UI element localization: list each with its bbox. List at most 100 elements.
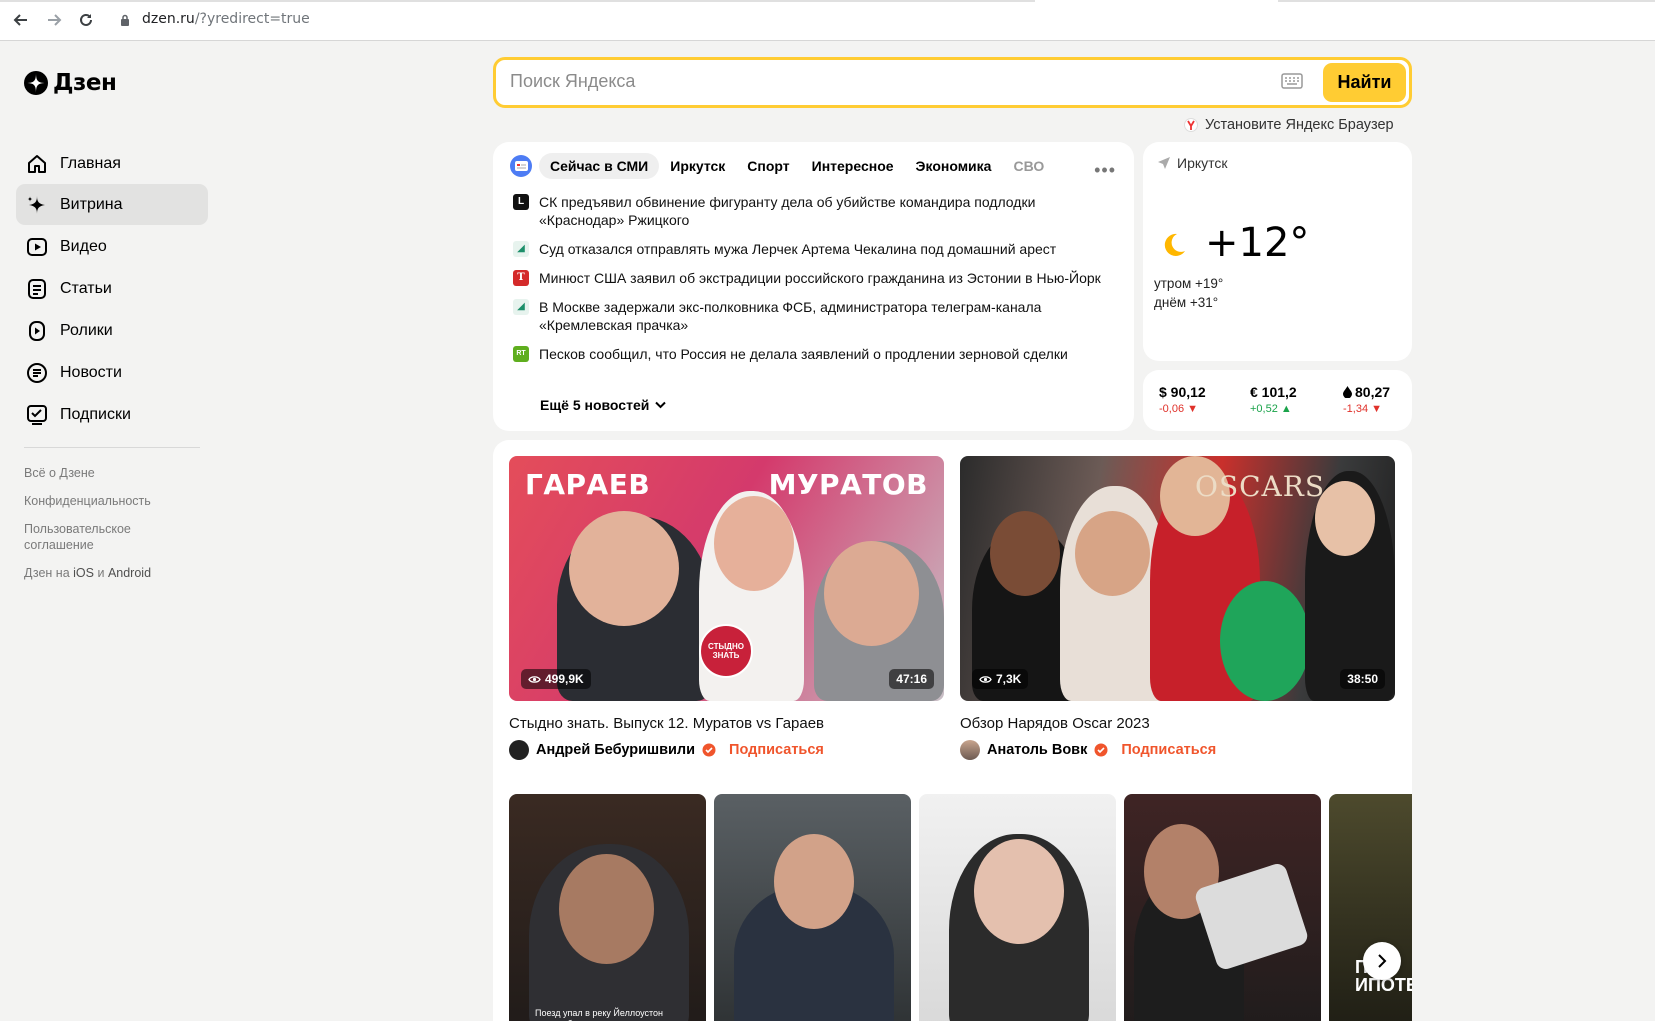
- next-button[interactable]: [1363, 942, 1401, 980]
- verified-icon: [1094, 743, 1108, 757]
- yandex-browser-icon: [1184, 118, 1198, 132]
- sidebar-item-subscriptions[interactable]: Подписки: [16, 394, 208, 435]
- home-icon: [28, 154, 46, 173]
- browser-toolbar: dzen.ru/?yredirect=true: [0, 0, 1655, 41]
- sidebar-item-showcase[interactable]: Витрина: [16, 184, 208, 225]
- duration-badge: 38:50: [1340, 669, 1385, 689]
- sidebar-item-home[interactable]: Главная: [16, 143, 208, 184]
- logo-text: Дзен: [53, 70, 117, 96]
- eye-icon: [528, 675, 541, 683]
- ios-link[interactable]: iOS: [73, 566, 94, 580]
- avatar[interactable]: [509, 740, 529, 760]
- currency-eur: € 101,2 +0,52 ▲: [1250, 384, 1297, 415]
- url-path: /?yredirect=true: [194, 11, 310, 27]
- source-icon: RT: [513, 346, 529, 362]
- clip-icon: [29, 320, 45, 341]
- sidebar-item-label: Подписки: [60, 405, 131, 423]
- author-name[interactable]: Андрей Бебуришвили: [536, 742, 695, 758]
- tab-svo[interactable]: СВО: [1002, 153, 1055, 179]
- source-icon: L: [513, 194, 529, 210]
- video-thumbnail[interactable]: OSCARS 7,3K 38:50: [960, 456, 1395, 701]
- thumbnail-dress: [1220, 581, 1310, 701]
- views-badge: 499,9K: [521, 669, 591, 689]
- news-item[interactable]: L СК предъявил обвинение фигуранту дела …: [513, 193, 1113, 229]
- thumbnail-face: [990, 511, 1060, 596]
- short-card[interactable]: ПОХ ИПОТЕ: [1329, 794, 1412, 1021]
- android-link[interactable]: Android: [108, 566, 151, 580]
- browser-promo[interactable]: Установите Яндекс Браузер: [1184, 117, 1394, 133]
- keyboard-icon[interactable]: [1281, 73, 1303, 94]
- weather-city: Иркутск: [1157, 155, 1228, 171]
- tab-sport[interactable]: Спорт: [736, 153, 800, 179]
- news-item[interactable]: T Минюст США заявил об экстрадиции росси…: [513, 269, 1113, 287]
- back-icon[interactable]: [11, 10, 31, 30]
- sidebar-divider: [24, 447, 200, 448]
- privacy-link[interactable]: Конфиденциальность: [24, 493, 184, 509]
- search-input[interactable]: [510, 71, 1250, 92]
- video-thumbnail[interactable]: ГАРАЕВ МУРАТОВ СТЫДНО ЗНАТЬ 499,9K 47:16: [509, 456, 944, 701]
- currency-card[interactable]: $ 90,12 -0,06 ▼ € 101,2 +0,52 ▲ 80,27 -1…: [1143, 370, 1412, 431]
- avatar[interactable]: [960, 740, 980, 760]
- subscribe-button[interactable]: Подписаться: [729, 742, 824, 758]
- author-name[interactable]: Анатоль Вовк: [987, 742, 1087, 758]
- lock-icon[interactable]: [120, 13, 130, 31]
- sidebar-item-clips[interactable]: Ролики: [16, 310, 208, 351]
- weather-day: днём +31°: [1154, 295, 1219, 310]
- sidebar-item-articles[interactable]: Статьи: [16, 268, 208, 309]
- news-text: Песков сообщил, что Россия не делала зая…: [539, 346, 1068, 362]
- video-title[interactable]: Стыдно знать. Выпуск 12. Муратов vs Гара…: [509, 715, 944, 732]
- short-card[interactable]: [919, 794, 1116, 1021]
- terms-link[interactable]: Пользовательское соглашение: [24, 521, 184, 553]
- news-text: Минюст США заявил об экстрадиции российс…: [539, 270, 1101, 286]
- sidebar-item-label: Витрина: [60, 195, 123, 213]
- apps-prefix: Дзен на: [24, 566, 70, 580]
- views-badge: 7,3K: [972, 669, 1029, 689]
- thumbnail-face: [559, 854, 654, 964]
- forward-icon[interactable]: [44, 10, 64, 30]
- apps-and: и: [97, 566, 105, 580]
- news-item[interactable]: ◢ В Москве задержали экс-полковника ФСБ,…: [513, 298, 1113, 334]
- address-bar[interactable]: dzen.ru/?yredirect=true: [142, 11, 310, 27]
- short-card[interactable]: [714, 794, 911, 1021]
- weather-temp: +12°: [1205, 220, 1310, 266]
- currency-usd: $ 90,12 -0,06 ▼: [1159, 384, 1206, 415]
- tab-economy[interactable]: Экономика: [905, 153, 1003, 179]
- short-card[interactable]: Поезд упал в реку Йеллоустон после обруш…: [509, 794, 706, 1021]
- sidebar-item-label: Статьи: [60, 279, 112, 297]
- video-card[interactable]: ГАРАЕВ МУРАТОВ СТЫДНО ЗНАТЬ 499,9K 47:16…: [509, 456, 944, 760]
- dzen-logo[interactable]: Дзен: [24, 70, 117, 96]
- tab-irkutsk[interactable]: Иркутск: [659, 153, 736, 179]
- more-news-button[interactable]: Ещё 5 новостей: [540, 397, 667, 413]
- duration-badge: 47:16: [889, 669, 934, 689]
- thumbnail-face: [569, 511, 679, 626]
- currency-value: 80,27: [1355, 384, 1391, 400]
- short-card[interactable]: [1124, 794, 1321, 1021]
- location-arrow-icon: [1158, 157, 1170, 169]
- thumbnail-face: [1075, 511, 1150, 596]
- chevron-right-icon: [1378, 954, 1387, 968]
- news-logo-icon: [510, 155, 532, 177]
- apps-links: Дзен на iOS и Android: [24, 565, 184, 581]
- video-card[interactable]: OSCARS 7,3K 38:50 Обзор Нарядов Oscar 20…: [960, 456, 1395, 760]
- reload-icon[interactable]: [76, 10, 96, 30]
- video-title[interactable]: Обзор Нарядов Oscar 2023: [960, 715, 1395, 732]
- about-link[interactable]: Всё о Дзене: [24, 465, 184, 481]
- source-icon: T: [513, 270, 529, 286]
- currency-delta: -0,06 ▼: [1159, 403, 1199, 415]
- news-item[interactable]: ◢ Суд отказался отправлять мужа Лерчек А…: [513, 240, 1113, 258]
- subscribe-button[interactable]: Подписаться: [1121, 742, 1216, 758]
- sidebar-item-label: Главная: [60, 154, 121, 172]
- thumbnail-face: [714, 496, 794, 591]
- sidebar-item-label: Видео: [60, 237, 107, 255]
- more-tabs-icon[interactable]: •••: [1094, 160, 1116, 181]
- tab-now-in-media[interactable]: Сейчас в СМИ: [539, 153, 660, 179]
- video-icon: [27, 237, 47, 256]
- sidebar-item-news[interactable]: Новости: [16, 352, 208, 393]
- search-button[interactable]: Найти: [1323, 63, 1406, 102]
- weather-card[interactable]: Иркутск +12° утром +19° днём +31°: [1143, 142, 1412, 361]
- currency-value: $ 90,12: [1159, 384, 1206, 400]
- tab-interesting[interactable]: Интересное: [801, 153, 905, 179]
- news-item[interactable]: RT Песков сообщил, что Россия не делала …: [513, 345, 1113, 363]
- sidebar-item-video[interactable]: Видео: [16, 226, 208, 267]
- source-icon: ◢: [513, 299, 529, 315]
